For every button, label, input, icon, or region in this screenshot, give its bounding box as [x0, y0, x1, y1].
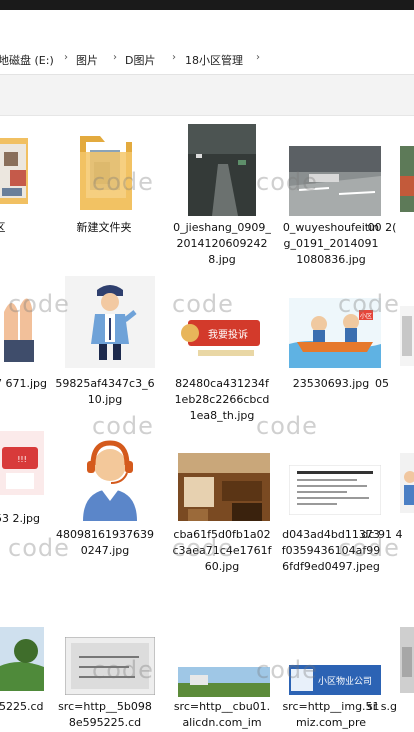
file-name: dc 91 4	[361, 528, 403, 541]
svg-text:!!!: !!!	[17, 455, 27, 464]
window-top-edge	[0, 0, 414, 10]
file-thumbnail	[289, 146, 381, 216]
file-name: 480981619376390247.jpg	[56, 528, 154, 557]
chevron-right-icon: ›	[172, 52, 176, 63]
file-thumbnail: 小区物业公司	[289, 665, 381, 695]
file-thumbnail: !!!	[0, 431, 44, 495]
chevron-right-icon[interactable]: ›	[256, 52, 260, 63]
chevron-right-icon: ›	[64, 52, 68, 63]
file-thumbnail	[65, 276, 155, 368]
file-thumbnail	[400, 306, 414, 366]
file-thumbnail	[178, 667, 270, 697]
file-name: 82480ca431234f1eb28c2266cbcd1ea8_th.jpg	[174, 377, 270, 422]
file-thumbnail	[178, 453, 270, 521]
command-bar	[0, 75, 414, 116]
file-thumbnail	[0, 130, 32, 208]
breadcrumb-d-pictures[interactable]: D图片	[125, 52, 155, 68]
file-name: 0190527 671.jpg	[0, 377, 47, 390]
file-thumbnail	[0, 282, 42, 364]
breadcrumb-pictures[interactable]: 图片	[76, 52, 98, 68]
file-name: 59825af4347c3_610.jpg	[55, 377, 155, 406]
file-name: 00 2(	[367, 221, 397, 234]
complaint-sign-text: 我要投诉	[208, 328, 248, 341]
file-thumbnail	[400, 453, 414, 513]
file-name: 05	[375, 377, 389, 390]
file-thumbnail	[188, 124, 256, 216]
file-name: 新建文件夹	[76, 221, 132, 234]
file-thumbnail: 小区	[289, 298, 381, 368]
chevron-right-icon: ›	[113, 52, 117, 63]
file-thumbnail	[289, 465, 381, 515]
file-name: src=http__cbu01.alicdn.com_im	[173, 700, 271, 729]
address-bar[interactable]: 地磁盘 (E:) › 图片 › D图片 › 18小区管理 ›	[0, 44, 414, 75]
folder-icon	[80, 132, 132, 212]
file-name: sr s.g	[367, 700, 397, 713]
file-name: src=http__5b0988e595225.cd	[58, 700, 152, 729]
file-name: 0_jieshang_0909_20141206092428.jpg	[173, 221, 271, 266]
file-thumbnail	[400, 627, 414, 693]
file-name: cba61f5d0fb1a02c3aea71c4e1761f60.jpg	[172, 528, 272, 573]
banner-text: 小区物业公司	[318, 675, 372, 687]
file-name: 区	[0, 220, 50, 236]
file-thumbnail: 我要投诉	[178, 306, 268, 364]
file-thumbnail	[0, 627, 44, 691]
flag-text: 小区	[360, 312, 372, 320]
file-thumbnail	[65, 431, 155, 521]
file-name: 1751453 2.jpg	[0, 512, 40, 525]
file-thumbnail	[65, 637, 155, 695]
file-name: p__5b0 5225.cd	[0, 700, 44, 713]
file-view[interactable]: 区 新建文件夹 0_jieshang_0909_20141206092428.j…	[0, 116, 414, 732]
file-thumbnail	[400, 146, 414, 212]
breadcrumb-drive[interactable]: 地磁盘 (E:)	[0, 52, 54, 68]
breadcrumb-current-folder[interactable]: 18小区管理	[185, 52, 243, 68]
